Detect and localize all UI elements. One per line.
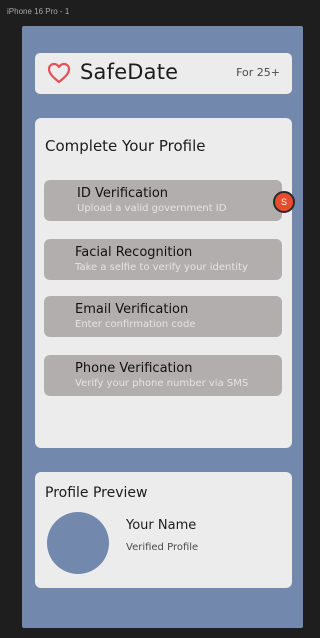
step-subtitle: Take a selfie to verify your identity: [75, 262, 248, 273]
status-dot[interactable]: S: [273, 191, 295, 213]
step-subtitle: Upload a valid government ID: [77, 203, 227, 214]
heart-icon: [47, 62, 71, 84]
complete-profile-card: Complete Your Profile ID Verification Up…: [35, 118, 292, 448]
step-subtitle: Verify your phone number via SMS: [75, 378, 249, 389]
avatar: [47, 512, 109, 574]
step-subtitle: Enter confirmation code: [75, 319, 196, 330]
phone-screen: SafeDate For 25+ Complete Your Profile I…: [22, 26, 303, 628]
preview-name: Your Name: [126, 518, 197, 533]
frame-label: iPhone 16 Pro - 1: [7, 7, 70, 16]
phone-verification-button[interactable]: Phone Verification Verify your phone num…: [44, 355, 282, 396]
email-verification-button[interactable]: Email Verification Enter confirmation co…: [44, 296, 282, 337]
app-header: SafeDate For 25+: [35, 53, 292, 94]
section-title: Complete Your Profile: [45, 137, 206, 155]
age-badge: For 25+: [236, 66, 280, 79]
facial-recognition-button[interactable]: Facial Recognition Take a selfie to veri…: [44, 239, 282, 280]
step-label: Email Verification: [75, 302, 189, 317]
preview-status: Verified Profile: [126, 542, 199, 553]
step-label: Facial Recognition: [75, 245, 193, 260]
preview-title: Profile Preview: [45, 485, 148, 501]
step-label: ID Verification: [77, 186, 169, 201]
app-title: SafeDate: [80, 60, 179, 84]
step-label: Phone Verification: [75, 361, 193, 376]
id-verification-button[interactable]: ID Verification Upload a valid governmen…: [44, 180, 282, 221]
profile-preview-card: Profile Preview Your Name Verified Profi…: [35, 472, 292, 588]
